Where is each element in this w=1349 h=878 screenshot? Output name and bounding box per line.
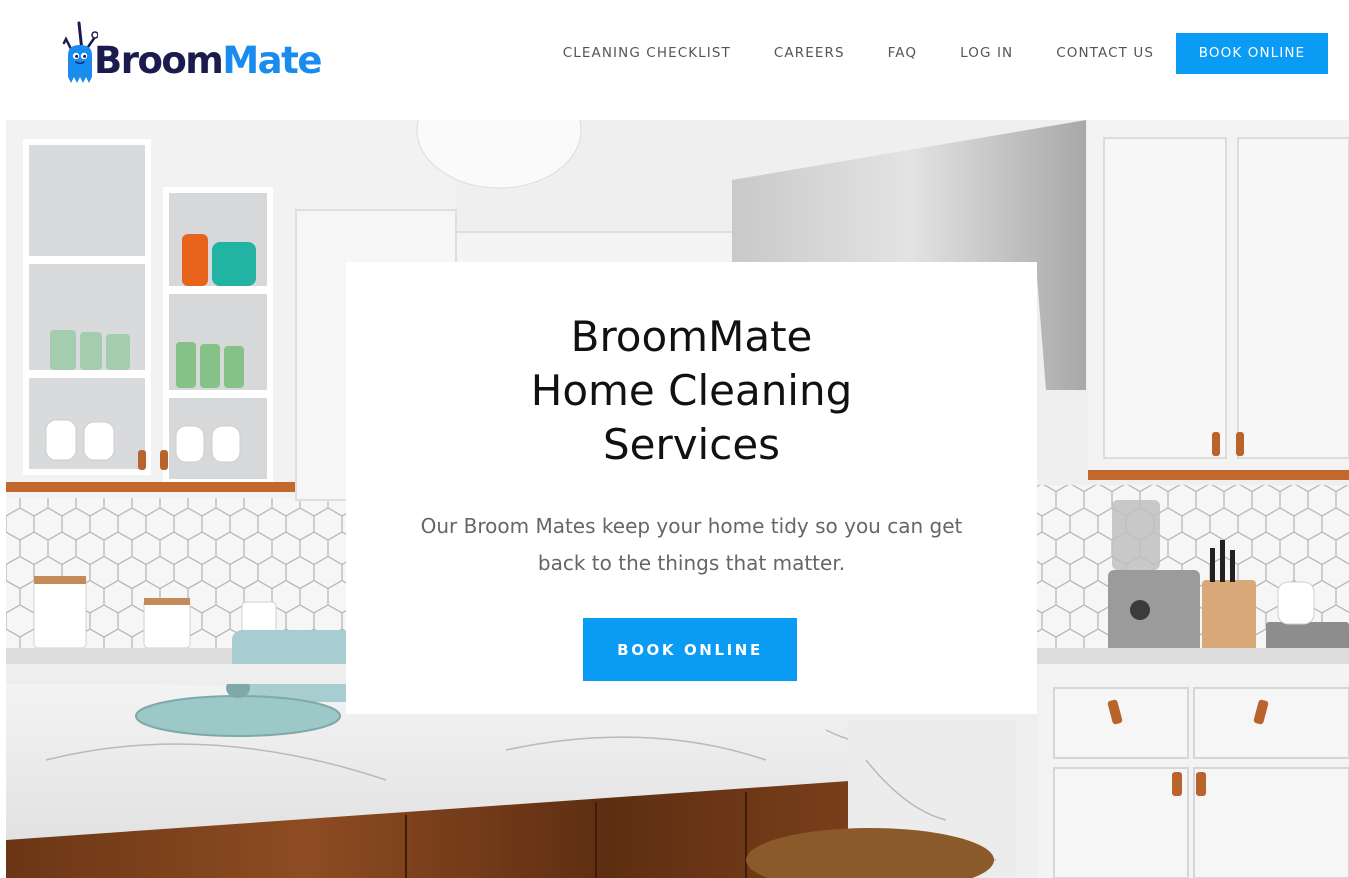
hero-title-line: Services <box>602 420 781 469</box>
brand-wordmark: BroomMate <box>94 38 322 82</box>
nav-cleaning-checklist[interactable]: CLEANING CHECKLIST <box>563 45 731 61</box>
hero-card: BroomMate Home Cleaning Services Our Bro… <box>346 262 1037 714</box>
hero-title-line: BroomMate <box>570 312 813 361</box>
hero-title-line: Home Cleaning <box>530 366 853 415</box>
nav-log-in[interactable]: LOG IN <box>960 45 1013 61</box>
hero-book-online-button[interactable]: BOOK ONLINE <box>583 618 797 681</box>
brand-name-part2: Mate <box>222 38 322 82</box>
main-nav: CLEANING CHECKLIST CAREERS FAQ LOG IN CO… <box>563 32 1328 74</box>
nav-faq[interactable]: FAQ <box>888 45 917 61</box>
nav-careers[interactable]: CAREERS <box>774 45 845 61</box>
site-header: BroomMate CLEANING CHECKLIST CAREERS FAQ… <box>0 0 1349 120</box>
nav-book-online-button[interactable]: BOOK ONLINE <box>1176 32 1328 74</box>
broom-mascot-icon <box>62 21 98 83</box>
hero-description: Our Broom Mates keep your home tidy so y… <box>420 514 963 575</box>
brand-logo[interactable]: BroomMate <box>62 20 322 90</box>
nav-contact-us[interactable]: CONTACT US <box>1056 45 1154 61</box>
hero-title: BroomMate Home Cleaning Services <box>346 310 1037 472</box>
brand-name-part1: Broom <box>94 38 224 82</box>
